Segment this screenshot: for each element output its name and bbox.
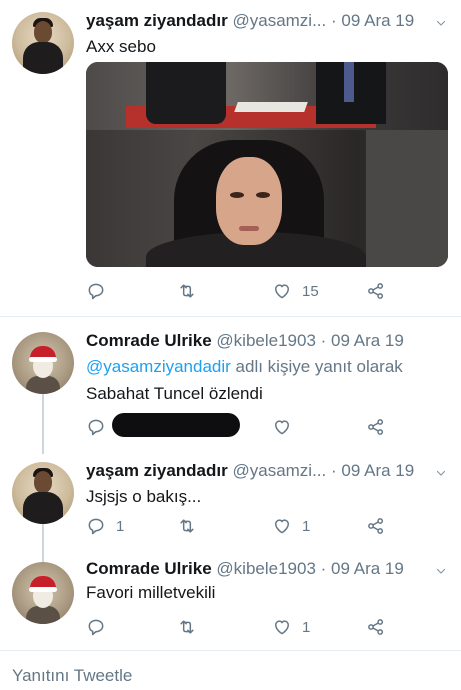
mention-link[interactable]: @yasamziyandadir: [86, 357, 231, 376]
photo-paper: [234, 102, 308, 112]
retweet-icon: [177, 281, 197, 301]
divider: [0, 316, 461, 317]
photo-lips: [239, 226, 259, 231]
like-count: 1: [302, 618, 311, 636]
timestamp[interactable]: 09 Ara 19: [331, 331, 404, 350]
tweet-text: Favori milletvekili: [86, 583, 216, 602]
share-button[interactable]: [366, 280, 386, 302]
avatar-body: [23, 492, 63, 524]
photo-person-left: [146, 62, 226, 124]
tweet-actions: 15: [86, 280, 386, 302]
timestamp[interactable]: 09 Ara 19: [331, 559, 404, 578]
timestamp[interactable]: 09 Ara 19: [341, 461, 414, 480]
reply-button[interactable]: [86, 280, 116, 302]
photo-panel: [366, 130, 448, 267]
reply-icon: [86, 516, 106, 536]
like-button[interactable]: [272, 416, 302, 438]
share-icon: [366, 617, 386, 637]
share-button[interactable]: [366, 515, 386, 537]
avatar-hat-band: [29, 357, 57, 362]
handle[interactable]: @yasamzi...: [232, 11, 326, 30]
tweet-text: Jsjsjs o bakış...: [86, 487, 202, 506]
retweet-button[interactable]: [177, 616, 207, 638]
replying-to-label: adlı kişiye yanıt olarak: [230, 357, 403, 376]
tweet-text: Sabahat Tuncel özlendi: [86, 384, 263, 403]
heart-icon: [272, 417, 292, 437]
redaction-bar: [112, 413, 240, 437]
tweet[interactable]: Comrade Ulrike @kibele1903 · 09 Ara 19 F…: [0, 550, 461, 650]
tweet-actions: 1 1: [86, 515, 386, 537]
tweet[interactable]: yaşam ziyandadır @yasamzi... · 09 Ara 19…: [0, 0, 461, 315]
tweet[interactable]: yaşam ziyandadır @yasamzi... · 09 Ara 19…: [0, 450, 461, 550]
chevron-down-icon[interactable]: [435, 565, 447, 577]
tweet-header: Comrade Ulrike @kibele1903 · 09 Ara 19: [86, 331, 404, 351]
handle[interactable]: @kibele1903: [216, 559, 316, 578]
avatar-coat: [26, 376, 60, 394]
heart-icon: [272, 281, 292, 301]
tweet-text: Axx sebo: [86, 37, 156, 56]
tweet-header: yaşam ziyandadır @yasamzi... · 09 Ara 19: [86, 461, 414, 481]
reply-placeholder: Yanıtını Tweetle: [12, 666, 133, 685]
replying-to: @yasamziyandadir adlı kişiye yanıt olara…: [86, 357, 403, 377]
display-name[interactable]: yaşam ziyandadır: [86, 461, 228, 480]
photo-eye: [256, 192, 270, 198]
share-button[interactable]: [366, 616, 386, 638]
tweet-header: Comrade Ulrike @kibele1903 · 09 Ara 19: [86, 559, 404, 579]
separator: ·: [320, 559, 327, 578]
share-icon: [366, 281, 386, 301]
handle[interactable]: @yasamzi...: [232, 461, 326, 480]
avatar[interactable]: [12, 332, 74, 394]
avatar-head: [34, 471, 52, 493]
display-name[interactable]: Comrade Ulrike: [86, 559, 212, 578]
avatar-head: [34, 21, 52, 43]
reply-button[interactable]: 1: [86, 515, 124, 537]
like-button[interactable]: 15: [272, 280, 319, 302]
photo-eye: [230, 192, 244, 198]
separator: ·: [331, 461, 337, 480]
chevron-down-icon[interactable]: [435, 17, 447, 29]
avatar-coat: [26, 606, 60, 624]
like-button[interactable]: 1: [272, 515, 310, 537]
like-button[interactable]: 1: [272, 616, 310, 638]
chevron-down-icon[interactable]: [435, 467, 447, 479]
photo-tie: [344, 62, 354, 102]
timestamp[interactable]: 09 Ara 19: [341, 11, 414, 30]
share-icon: [366, 516, 386, 536]
heart-icon: [272, 617, 292, 637]
separator: ·: [331, 11, 337, 30]
reply-icon: [86, 417, 106, 437]
avatar[interactable]: [12, 562, 74, 624]
avatar[interactable]: [12, 12, 74, 74]
reply-button[interactable]: [86, 616, 116, 638]
handle[interactable]: @kibele1903: [216, 331, 316, 350]
photo-face: [216, 157, 282, 245]
like-count: 1: [302, 517, 311, 535]
heart-icon: [272, 516, 292, 536]
tweet-actions: 1: [86, 616, 386, 638]
share-icon: [366, 417, 386, 437]
retweet-icon: [177, 516, 197, 536]
reply-icon: [86, 617, 106, 637]
avatar-hat-band: [29, 587, 57, 592]
like-count: 15: [302, 282, 319, 300]
retweet-button[interactable]: [177, 515, 207, 537]
avatar-body: [23, 42, 63, 74]
separator: ·: [320, 331, 327, 350]
avatar[interactable]: [12, 462, 74, 524]
retweet-button[interactable]: [177, 280, 207, 302]
tweet-header: yaşam ziyandadır @yasamzi... · 09 Ara 19: [86, 11, 414, 31]
share-button[interactable]: [366, 416, 386, 438]
display-name[interactable]: Comrade Ulrike: [86, 331, 212, 350]
reply-count: 1: [116, 517, 125, 535]
display-name[interactable]: yaşam ziyandadır: [86, 11, 228, 30]
reply-composer[interactable]: Yanıtını Tweetle: [0, 650, 461, 690]
tweet-photo[interactable]: [86, 62, 448, 267]
retweet-icon: [177, 617, 197, 637]
reply-icon: [86, 281, 106, 301]
